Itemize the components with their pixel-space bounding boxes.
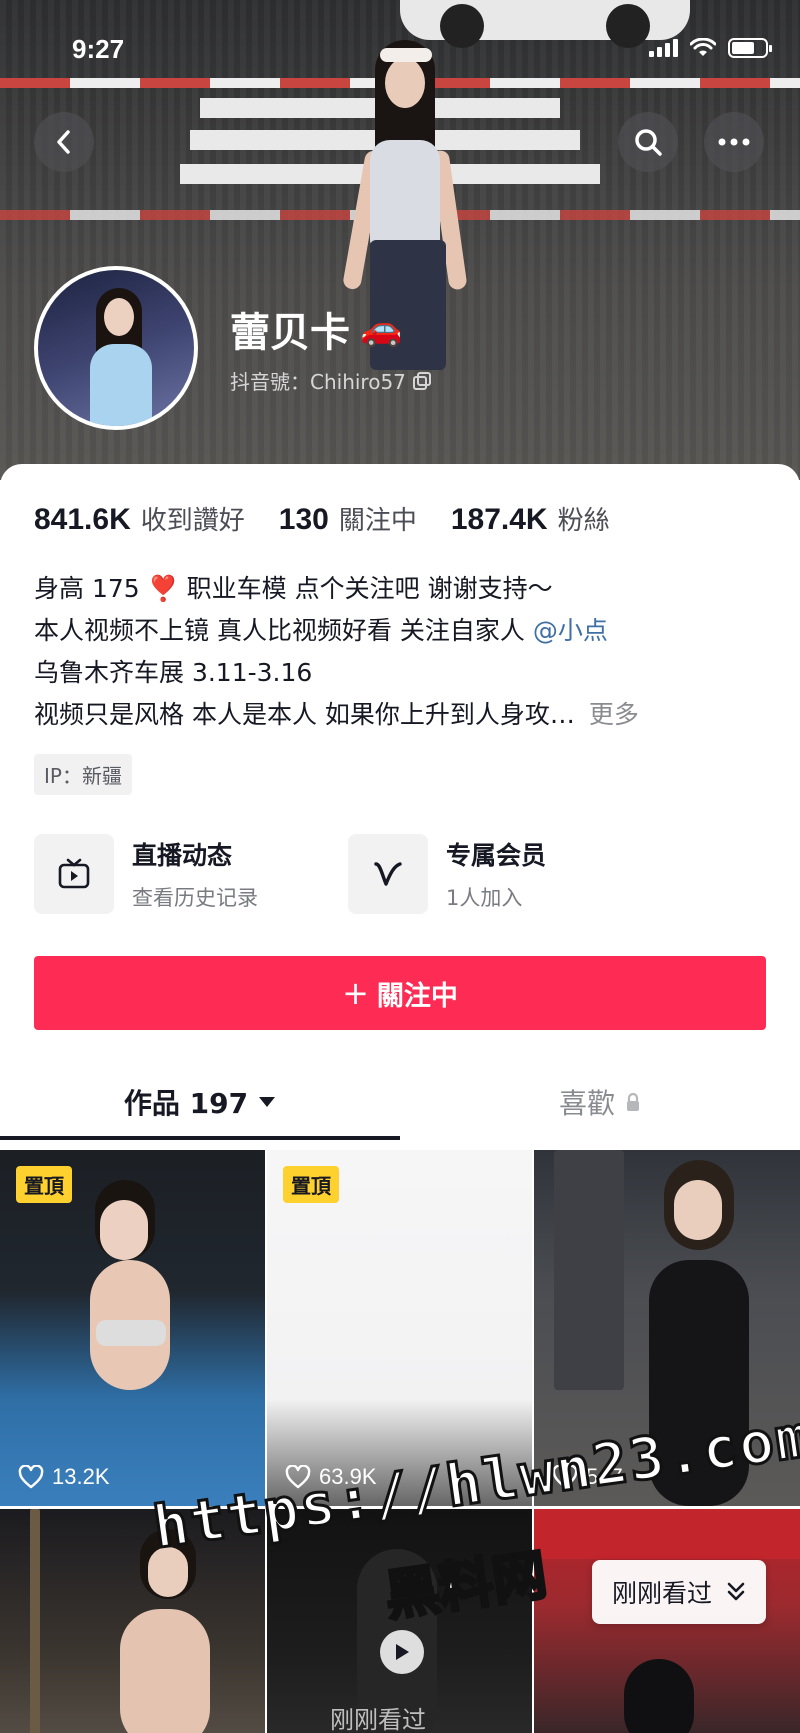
signal-icon (649, 39, 678, 57)
avatar[interactable] (34, 266, 198, 430)
like-count-value: 13.2K (52, 1464, 110, 1489)
stat-value: 130 (278, 503, 329, 536)
bio-text: 本人视频不上镜 真人比视频好看 关注自家人 (34, 616, 533, 645)
back-button[interactable] (34, 112, 94, 172)
bio-text: 视频只是风格 本人是本人 如果你上升到人身攻… (34, 700, 575, 729)
more-dots-icon (718, 138, 750, 146)
profile-name-row: 蕾贝卡 🚗 (230, 300, 402, 358)
v-logo-icon-box (348, 834, 428, 914)
search-icon (635, 129, 662, 156)
profile-stats: 841.6K 收到讚好 130 關注中 187.4K 粉絲 (34, 500, 610, 537)
car-emoji-icon: 🚗 (360, 309, 403, 349)
tab-likes[interactable]: 喜歡 (400, 1064, 800, 1140)
heart-outline-icon (552, 1465, 578, 1489)
feature-title: 专属会员 (446, 841, 547, 870)
lock-icon (627, 1092, 639, 1111)
stat-value: 187.4K (450, 503, 548, 536)
membership-card[interactable]: 专属会员 1人加入 (348, 834, 546, 914)
bio-line: 本人视频不上镜 真人比视频好看 关注自家人 @小点 (34, 610, 774, 652)
bio-line: 乌鲁木齐车展 3.11-3.16 (34, 658, 313, 687)
profile-sheet: 841.6K 收到讚好 130 關注中 187.4K 粉絲 身高 175 ❣️ … (0, 464, 800, 1733)
video-thumbnail[interactable]: 547 (534, 1150, 800, 1506)
heart-outline-icon (285, 1465, 311, 1489)
plus-icon: + (342, 974, 369, 1012)
mention-link[interactable]: @小点 (533, 616, 608, 645)
tv-icon-box (34, 834, 114, 914)
tv-icon (58, 858, 90, 889)
recently-viewed-caption: 刚刚看过 (330, 1706, 426, 1733)
feature-subtitle: 查看历史记录 (132, 886, 258, 910)
stat-following[interactable]: 130 關注中 (279, 500, 417, 537)
stat-followers[interactable]: 187.4K 粉絲 (451, 500, 610, 537)
content-tabs: 作品 197 喜歡 (0, 1064, 800, 1140)
active-tab-indicator (0, 1136, 400, 1140)
bio-line: 身高 175 ❣️ 职业车模 点个关注吧 谢谢支持～ (34, 574, 553, 603)
stat-label: 粉絲 (557, 506, 610, 536)
follow-button-label: 關注中 (376, 980, 458, 1012)
more-options-button[interactable] (704, 112, 764, 172)
battery-icon (728, 38, 772, 58)
profile-name: 蕾贝卡 (230, 310, 350, 356)
like-count-value: 547 (586, 1464, 623, 1489)
like-count: 13.2K (18, 1464, 110, 1490)
tab-works[interactable]: 作品 197 (0, 1064, 400, 1140)
video-thumbnail[interactable] (0, 1509, 265, 1733)
stat-label: 關注中 (338, 506, 417, 536)
stat-label: 收到讚好 (140, 506, 245, 536)
tab-label: 作品 197 (123, 1087, 249, 1120)
pinned-badge: 置頂 (16, 1166, 72, 1203)
play-button[interactable] (380, 1630, 424, 1674)
stat-value: 841.6K (34, 503, 131, 536)
wifi-icon (690, 38, 716, 56)
video-thumbnail[interactable]: 置頂 63.9K (267, 1150, 532, 1506)
copy-icon[interactable] (412, 371, 432, 391)
pinned-badge: 置頂 (283, 1166, 339, 1203)
caret-down-icon (259, 1097, 276, 1107)
recently-viewed-label: 刚刚看过 (611, 1579, 712, 1608)
double-chevron-down-icon (727, 1582, 745, 1601)
stat-likes[interactable]: 841.6K 收到讚好 (34, 500, 245, 537)
video-thumbnail[interactable]: 置頂 13.2K (0, 1150, 265, 1506)
like-count: 63.9K (285, 1464, 377, 1490)
status-icons (649, 38, 772, 58)
profile-bio: 身高 175 ❣️ 职业车模 点个关注吧 谢谢支持～ 本人视频不上镜 真人比视频… (34, 568, 774, 736)
recently-viewed-button[interactable]: 刚刚看过 (591, 1560, 766, 1624)
status-time: 9:27 (72, 34, 125, 64)
play-icon (396, 1644, 409, 1660)
search-button[interactable] (618, 112, 678, 172)
like-count-value: 63.9K (319, 1464, 377, 1489)
bio-more-link[interactable]: 更多 (589, 700, 639, 729)
feature-title: 直播动态 (132, 841, 233, 870)
live-history-card[interactable]: 直播动态 查看历史记录 (34, 834, 258, 914)
feature-subtitle: 1人加入 (446, 886, 523, 910)
chevron-left-icon (57, 130, 70, 154)
heart-outline-icon (18, 1465, 44, 1489)
v-logo-icon (374, 862, 402, 886)
profile-handle-row[interactable]: 抖音號：Chihiro57 (230, 366, 432, 395)
like-count: 547 (552, 1464, 623, 1490)
tab-label: 喜歡 (558, 1087, 615, 1120)
bio-line: 视频只是风格 本人是本人 如果你上升到人身攻… 更多 (34, 694, 774, 736)
follow-button[interactable]: + 關注中 (34, 956, 766, 1030)
profile-handle: 抖音號：Chihiro57 (230, 370, 406, 394)
ip-location-tag: IP：新疆 (34, 754, 132, 795)
